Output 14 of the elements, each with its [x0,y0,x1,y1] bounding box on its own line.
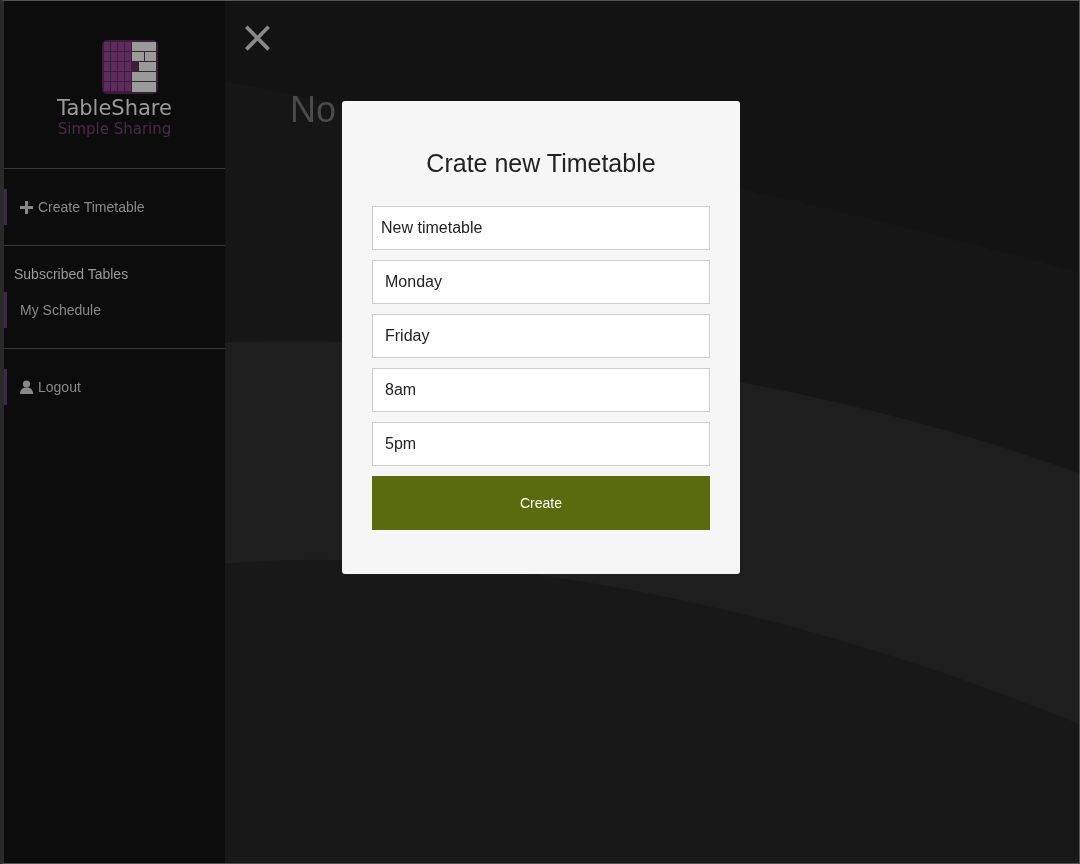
logo-tagline: Simple Sharing [57,120,172,138]
close-button[interactable]: × [239,17,276,57]
section-heading: Subscribed Tables [13,266,130,284]
plus-icon [20,200,33,214]
user-icon [20,380,33,394]
dialog-title: Crate new Timetable [425,149,657,178]
input-field[interactable]: Friday [372,314,710,358]
logo-icon [101,40,158,94]
input-field[interactable]: Monday [372,260,710,304]
create-button[interactable]: Create [372,476,710,530]
logo-name: TableShare [57,96,172,120]
input-field[interactable]: New timetable [372,206,710,250]
input-field[interactable]: 5pm [372,422,710,466]
input-field[interactable]: 8am [372,368,710,412]
